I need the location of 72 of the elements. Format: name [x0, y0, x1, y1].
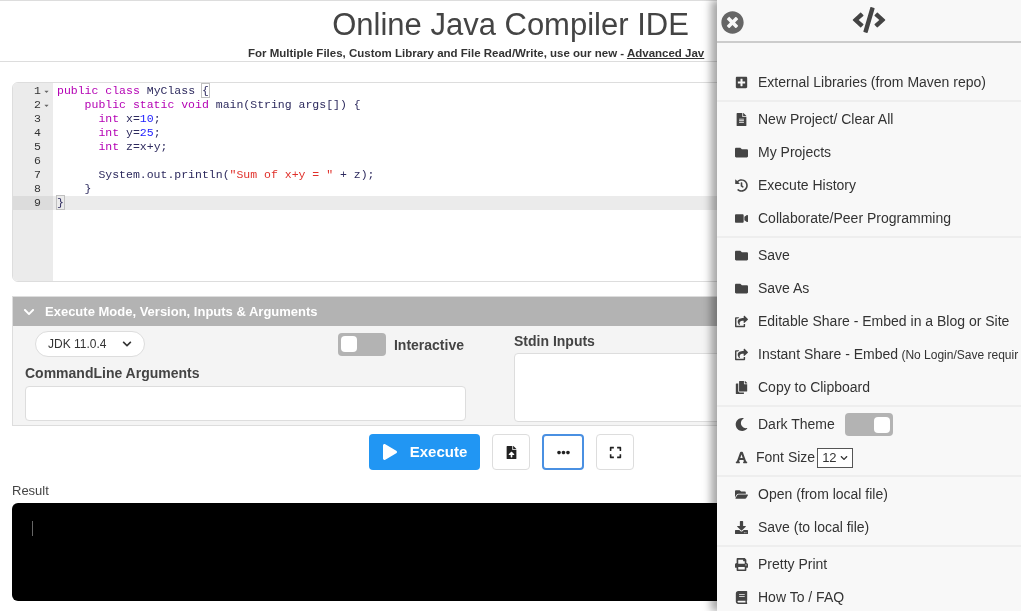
- menu-item[interactable]: External Libraries (from Maven repo): [758, 72, 986, 93]
- folder-icon: [735, 249, 748, 262]
- play-icon: [381, 444, 398, 460]
- menu-item[interactable]: My Projects: [758, 142, 832, 163]
- line-number: 5: [34, 140, 41, 154]
- advanced-ide-link[interactable]: Advanced Jav: [626, 47, 705, 59]
- document-icon: [735, 113, 748, 126]
- line-number: 1: [34, 84, 41, 98]
- menu-item[interactable]: Save: [758, 245, 790, 266]
- chevron-icon: [122, 339, 132, 349]
- history-icon: [735, 179, 748, 192]
- field-label: Stdin Inputs: [514, 332, 596, 351]
- menu-item[interactable]: Pretty Print: [758, 554, 828, 575]
- close-icon[interactable]: [721, 11, 744, 34]
- share-icon: [735, 315, 748, 328]
- video-camera-icon: [735, 212, 748, 225]
- moon-icon: [735, 418, 748, 431]
- file-upload-icon: [504, 445, 518, 459]
- chevron-icon: [839, 453, 848, 462]
- fullscreen-icon: [608, 445, 622, 459]
- menu-item[interactable]: New Project/ Clear All: [758, 109, 894, 130]
- menu-item[interactable]: Save (to local file): [758, 517, 870, 538]
- code-editor[interactable]: 1 2 3 4 5 6 7 8 9 public class MyClass { public static void main(String args[]) { int x=10; int y=25; int z=x+y; System.out.println("Sum of x+y = " + z); } }: [12, 82, 717, 282]
- copy-icon: [735, 381, 748, 394]
- page-title: Online Java Compiler IDE: [331, 6, 690, 44]
- folder-icon: [735, 146, 748, 159]
- download-icon: [735, 521, 748, 534]
- folder-icon: [735, 282, 748, 295]
- open-folder-icon: [735, 488, 748, 501]
- line-number: 9: [34, 196, 41, 210]
- line-number: 3: [34, 112, 41, 126]
- code-line: System.out.println("Sum of x+y = " + z);: [97, 168, 375, 181]
- menu-item[interactable]: How To / FAQ: [758, 587, 845, 608]
- menu-item[interactable]: Execute History: [758, 175, 857, 196]
- code-line: int y=25;: [97, 126, 161, 139]
- code-line: }: [57, 196, 64, 209]
- line-number: 7: [34, 168, 41, 182]
- code-line: int z=x+y;: [97, 140, 168, 153]
- menu-item[interactable]: Dark Theme: [758, 414, 835, 435]
- font-icon: [735, 451, 748, 464]
- arguments-field[interactable]: [25, 386, 466, 421]
- line-number: 8: [34, 182, 41, 196]
- menu-item[interactable]: Editable Share - Embed in a Blog or Site: [758, 311, 1010, 332]
- fullscreen-button[interactable]: [596, 434, 634, 470]
- menu-item[interactable]: Save As: [758, 278, 810, 299]
- toggle-label: Interactive: [393, 336, 464, 355]
- printer-icon: [735, 558, 748, 571]
- share-icon: [735, 348, 748, 361]
- section-title: Execute Mode, Version, Inputs & Arguments: [45, 302, 318, 321]
- menu-item[interactable]: Instant Share - Embed (No Login/Save requir: [758, 344, 1019, 365]
- interactive-toggle[interactable]: [337, 332, 386, 356]
- version-select[interactable]: JDK 11.0.4: [35, 331, 145, 357]
- file-upload-button[interactable]: [492, 434, 530, 470]
- dark-theme-toggle[interactable]: [844, 413, 893, 436]
- line-number: 4: [34, 126, 41, 140]
- book-icon: [735, 591, 748, 604]
- more-button[interactable]: [542, 434, 584, 470]
- code-line: public static void main(String args[]) {: [83, 98, 361, 111]
- code-icon: [852, 6, 886, 33]
- code-line: public class MyClass {: [57, 84, 209, 97]
- code-line: }: [83, 182, 92, 195]
- font-size-select[interactable]: 12: [817, 447, 853, 468]
- line-number: 6: [34, 154, 41, 168]
- line-number: 2: [34, 98, 41, 112]
- subtitle: For Multiple Files, Custom Library and File Read/Write, use our new -: [248, 47, 626, 59]
- menu-item[interactable]: Collaborate/Peer Programming: [758, 208, 951, 229]
- result-label: Result: [12, 482, 49, 500]
- menu-item[interactable]: Copy to Clipboard: [758, 377, 871, 398]
- code-line: int x=10;: [97, 112, 161, 125]
- menu-item[interactable]: Open (from local file): [758, 484, 888, 505]
- field-label: CommandLine Arguments: [25, 364, 201, 383]
- plus-icon: [735, 76, 748, 89]
